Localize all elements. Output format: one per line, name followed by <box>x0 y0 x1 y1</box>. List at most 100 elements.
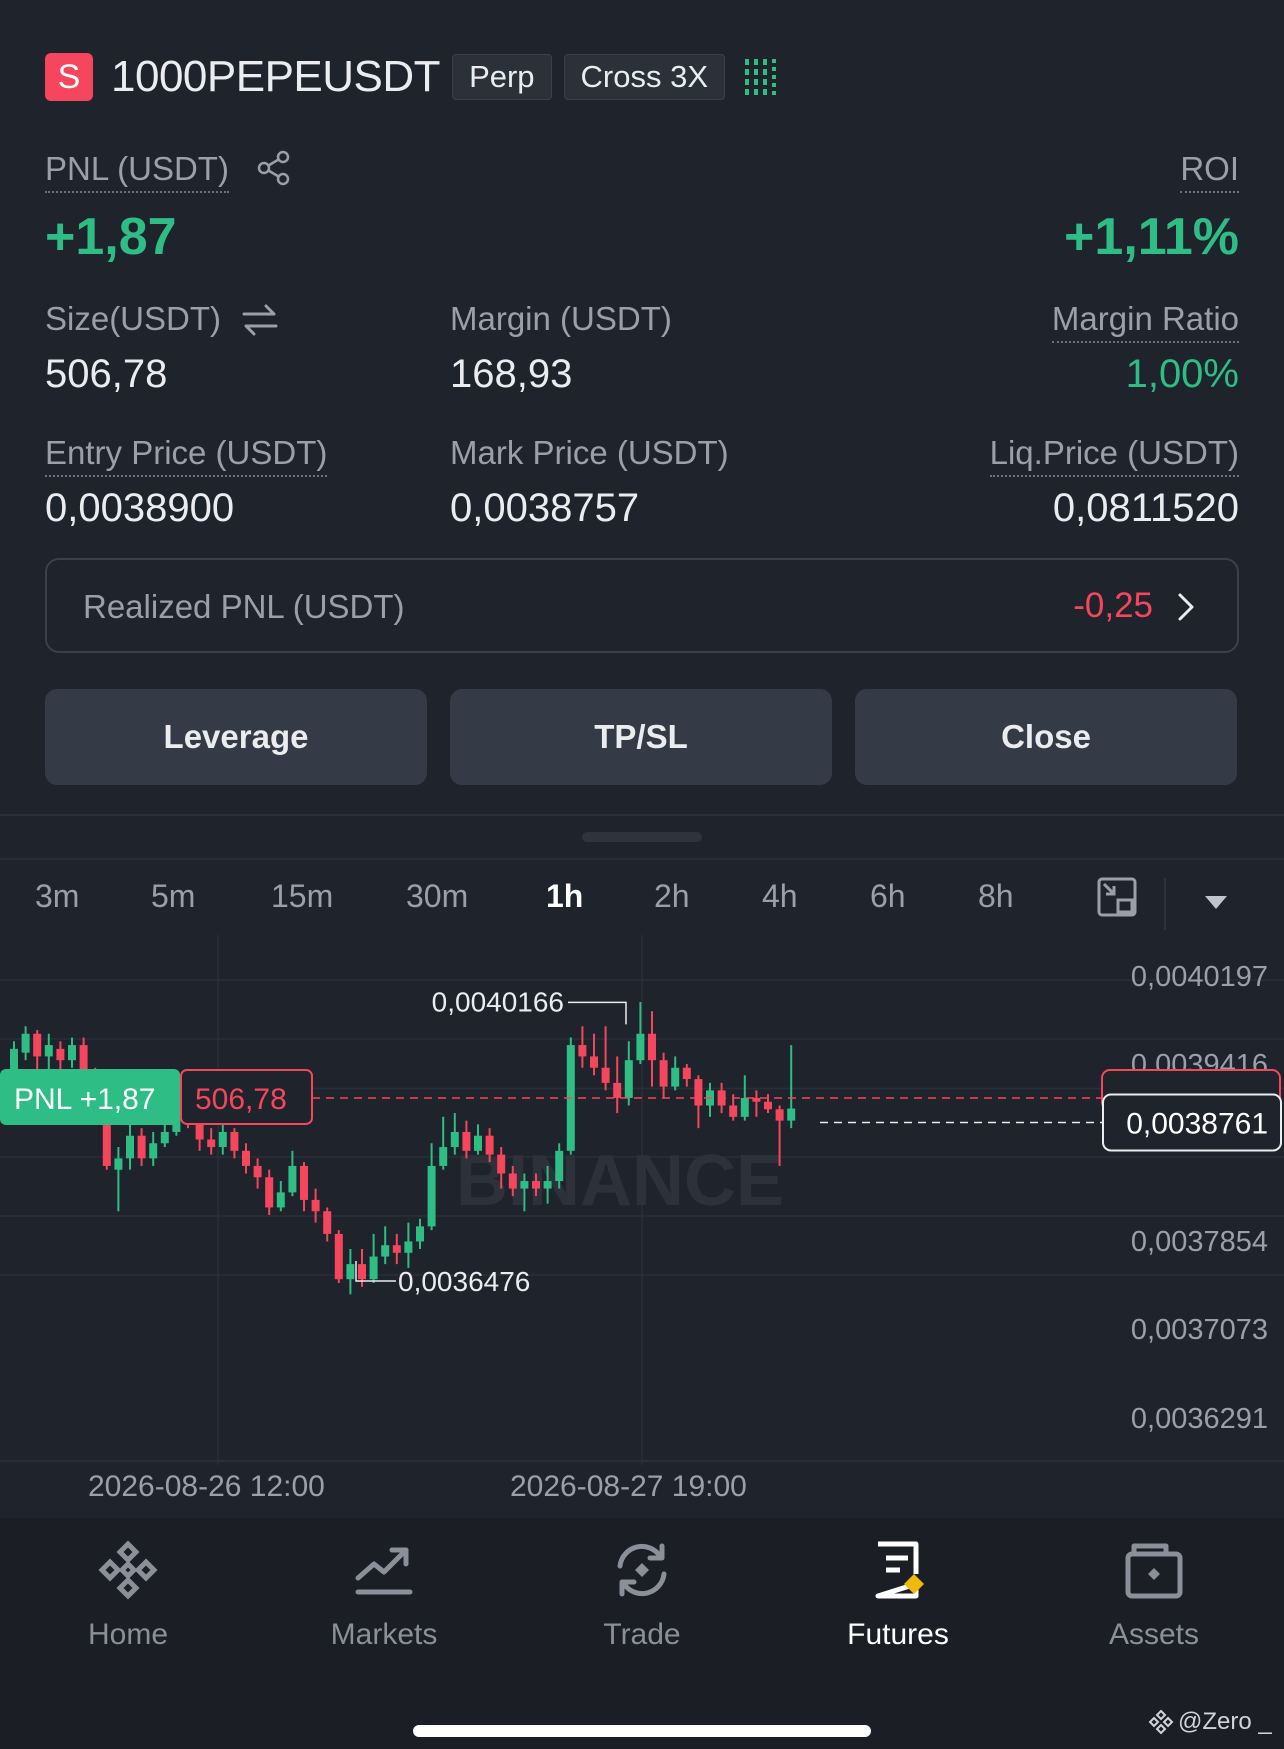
margin-value: 168,93 <box>450 352 573 396</box>
candle-body <box>346 1264 355 1280</box>
candle-body <box>218 1131 227 1148</box>
liq-price-label[interactable]: Liq.Price (USDT) <box>989 434 1239 477</box>
candlestick-chart[interactable]: BINANCE 0,0040166 0,0036476 PNL +1,87 506,7… <box>0 935 1284 1465</box>
signal-bars-icon <box>745 57 777 97</box>
size-tag: 506,78 <box>195 1083 287 1116</box>
nav-trade-label: Trade <box>603 1618 681 1651</box>
nav-assets-label: Assets <box>1108 1618 1200 1651</box>
candle-body <box>21 1033 30 1053</box>
watermark-credit-text: @Zero _ <box>1178 1708 1272 1735</box>
candle-body <box>462 1131 471 1151</box>
candle-body <box>79 1045 88 1072</box>
tpsl-button[interactable]: TP/SL <box>450 689 832 785</box>
candle-body <box>520 1181 529 1189</box>
candle-body <box>323 1211 332 1234</box>
chevron-right-icon <box>1178 593 1194 621</box>
candle-body <box>764 1101 772 1110</box>
nav-futures-label: Futures <box>847 1618 949 1651</box>
candle-body <box>265 1177 274 1208</box>
candle-body <box>56 1048 65 1061</box>
timeframe-5m[interactable]: 5m <box>151 878 195 915</box>
x-axis-label: 2026-08-27 19:00 <box>510 1470 747 1503</box>
nav-futures[interactable]: Futures <box>798 1538 998 1652</box>
home-indicator <box>413 1725 871 1737</box>
candle-body <box>288 1165 297 1193</box>
timeframe-30m[interactable]: 30m <box>406 878 468 915</box>
candle-body <box>427 1165 436 1227</box>
symbol-name[interactable]: 1000PEPEUSDT <box>111 52 441 102</box>
candle-body <box>33 1033 42 1057</box>
candle-body <box>624 1060 633 1098</box>
timeframe-6h[interactable]: 6h <box>870 878 906 915</box>
nav-markets[interactable]: Markets <box>284 1538 484 1652</box>
realized-pnl-row[interactable]: Realized PNL (USDT) -0,25 <box>45 558 1239 653</box>
timeframe-15m[interactable]: 15m <box>271 878 333 915</box>
close-position-button[interactable]: Close <box>855 689 1237 785</box>
nav-trade[interactable]: Trade <box>542 1538 742 1652</box>
timeframe-2h[interactable]: 2h <box>654 878 690 915</box>
timeframe-3m[interactable]: 3m <box>35 878 79 915</box>
section-divider <box>0 814 1284 816</box>
watermark-credit: @Zero _ <box>1148 1708 1272 1736</box>
size-label: Size(USDT) <box>45 300 222 337</box>
candle-body <box>358 1264 366 1280</box>
wallet-icon <box>1125 1543 1183 1599</box>
nav-home[interactable]: Home <box>28 1538 228 1652</box>
candle-body <box>474 1135 482 1151</box>
candle-body <box>648 1033 656 1061</box>
candle-body <box>253 1165 262 1178</box>
candle-body <box>369 1256 378 1280</box>
x-axis-label: 2026-08-26 12:00 <box>88 1470 325 1503</box>
short-side-badge: S <box>45 53 93 101</box>
candle-body <box>300 1165 308 1200</box>
candle-body <box>207 1139 216 1148</box>
candle-body <box>694 1079 703 1106</box>
timeframe-1h[interactable]: 1h <box>546 878 583 915</box>
fullscreen-toggle-icon[interactable] <box>1096 876 1138 918</box>
timeframe-4h[interactable]: 4h <box>762 878 798 915</box>
contract-type-tag: Perp <box>452 54 552 100</box>
position-header: S 1000PEPEUSDT Perp Cross 3X <box>45 52 777 102</box>
chart-trend-icon <box>355 1547 413 1595</box>
nav-markets-label: Markets <box>330 1618 438 1651</box>
size-value: 506,78 <box>45 352 168 396</box>
more-timeframes-dropdown-icon[interactable] <box>1204 894 1228 910</box>
candle-body <box>404 1241 413 1253</box>
candle-body <box>543 1181 552 1189</box>
candle-body <box>787 1108 796 1121</box>
pnl-label[interactable]: PNL (USDT) <box>45 150 229 193</box>
margin-label: Margin (USDT) <box>450 300 672 337</box>
mark-price-value: 0,0038757 <box>450 486 640 530</box>
candle-body <box>485 1135 494 1155</box>
margin-ratio-label[interactable]: Margin Ratio <box>1051 300 1239 343</box>
swap-icon[interactable] <box>240 300 280 340</box>
candle-body <box>334 1233 343 1280</box>
candle-body <box>659 1060 668 1087</box>
section-divider <box>0 858 1284 860</box>
entry-price-label[interactable]: Entry Price (USDT) <box>45 434 328 477</box>
candle-body <box>381 1245 390 1257</box>
roi-label[interactable]: ROI <box>1180 150 1239 193</box>
candle-body <box>392 1245 401 1253</box>
candle-body <box>578 1045 587 1057</box>
candle-body <box>532 1181 540 1189</box>
candle-body <box>242 1150 250 1166</box>
nav-assets[interactable]: Assets <box>1054 1538 1254 1652</box>
margin-mode-tag[interactable]: Cross 3X <box>563 54 726 100</box>
timeframe-8h[interactable]: 8h <box>978 878 1014 915</box>
high-marker-line <box>568 1001 627 1025</box>
leverage-button[interactable]: Leverage <box>45 689 427 785</box>
candle-body <box>276 1192 285 1208</box>
toolbar-separator <box>1164 878 1166 930</box>
margin-ratio-value: 1,00% <box>1125 352 1239 396</box>
candle-body <box>555 1150 564 1182</box>
candle-body <box>636 1033 645 1061</box>
drag-handle[interactable] <box>582 832 702 842</box>
low-price-marker: 0,0036476 <box>398 1266 530 1297</box>
candle-body <box>439 1147 448 1166</box>
candle-body <box>601 1067 610 1083</box>
candle-body <box>613 1082 622 1098</box>
share-icon[interactable] <box>256 150 292 186</box>
candle-body <box>590 1056 598 1068</box>
futures-doc-icon <box>875 1541 924 1599</box>
